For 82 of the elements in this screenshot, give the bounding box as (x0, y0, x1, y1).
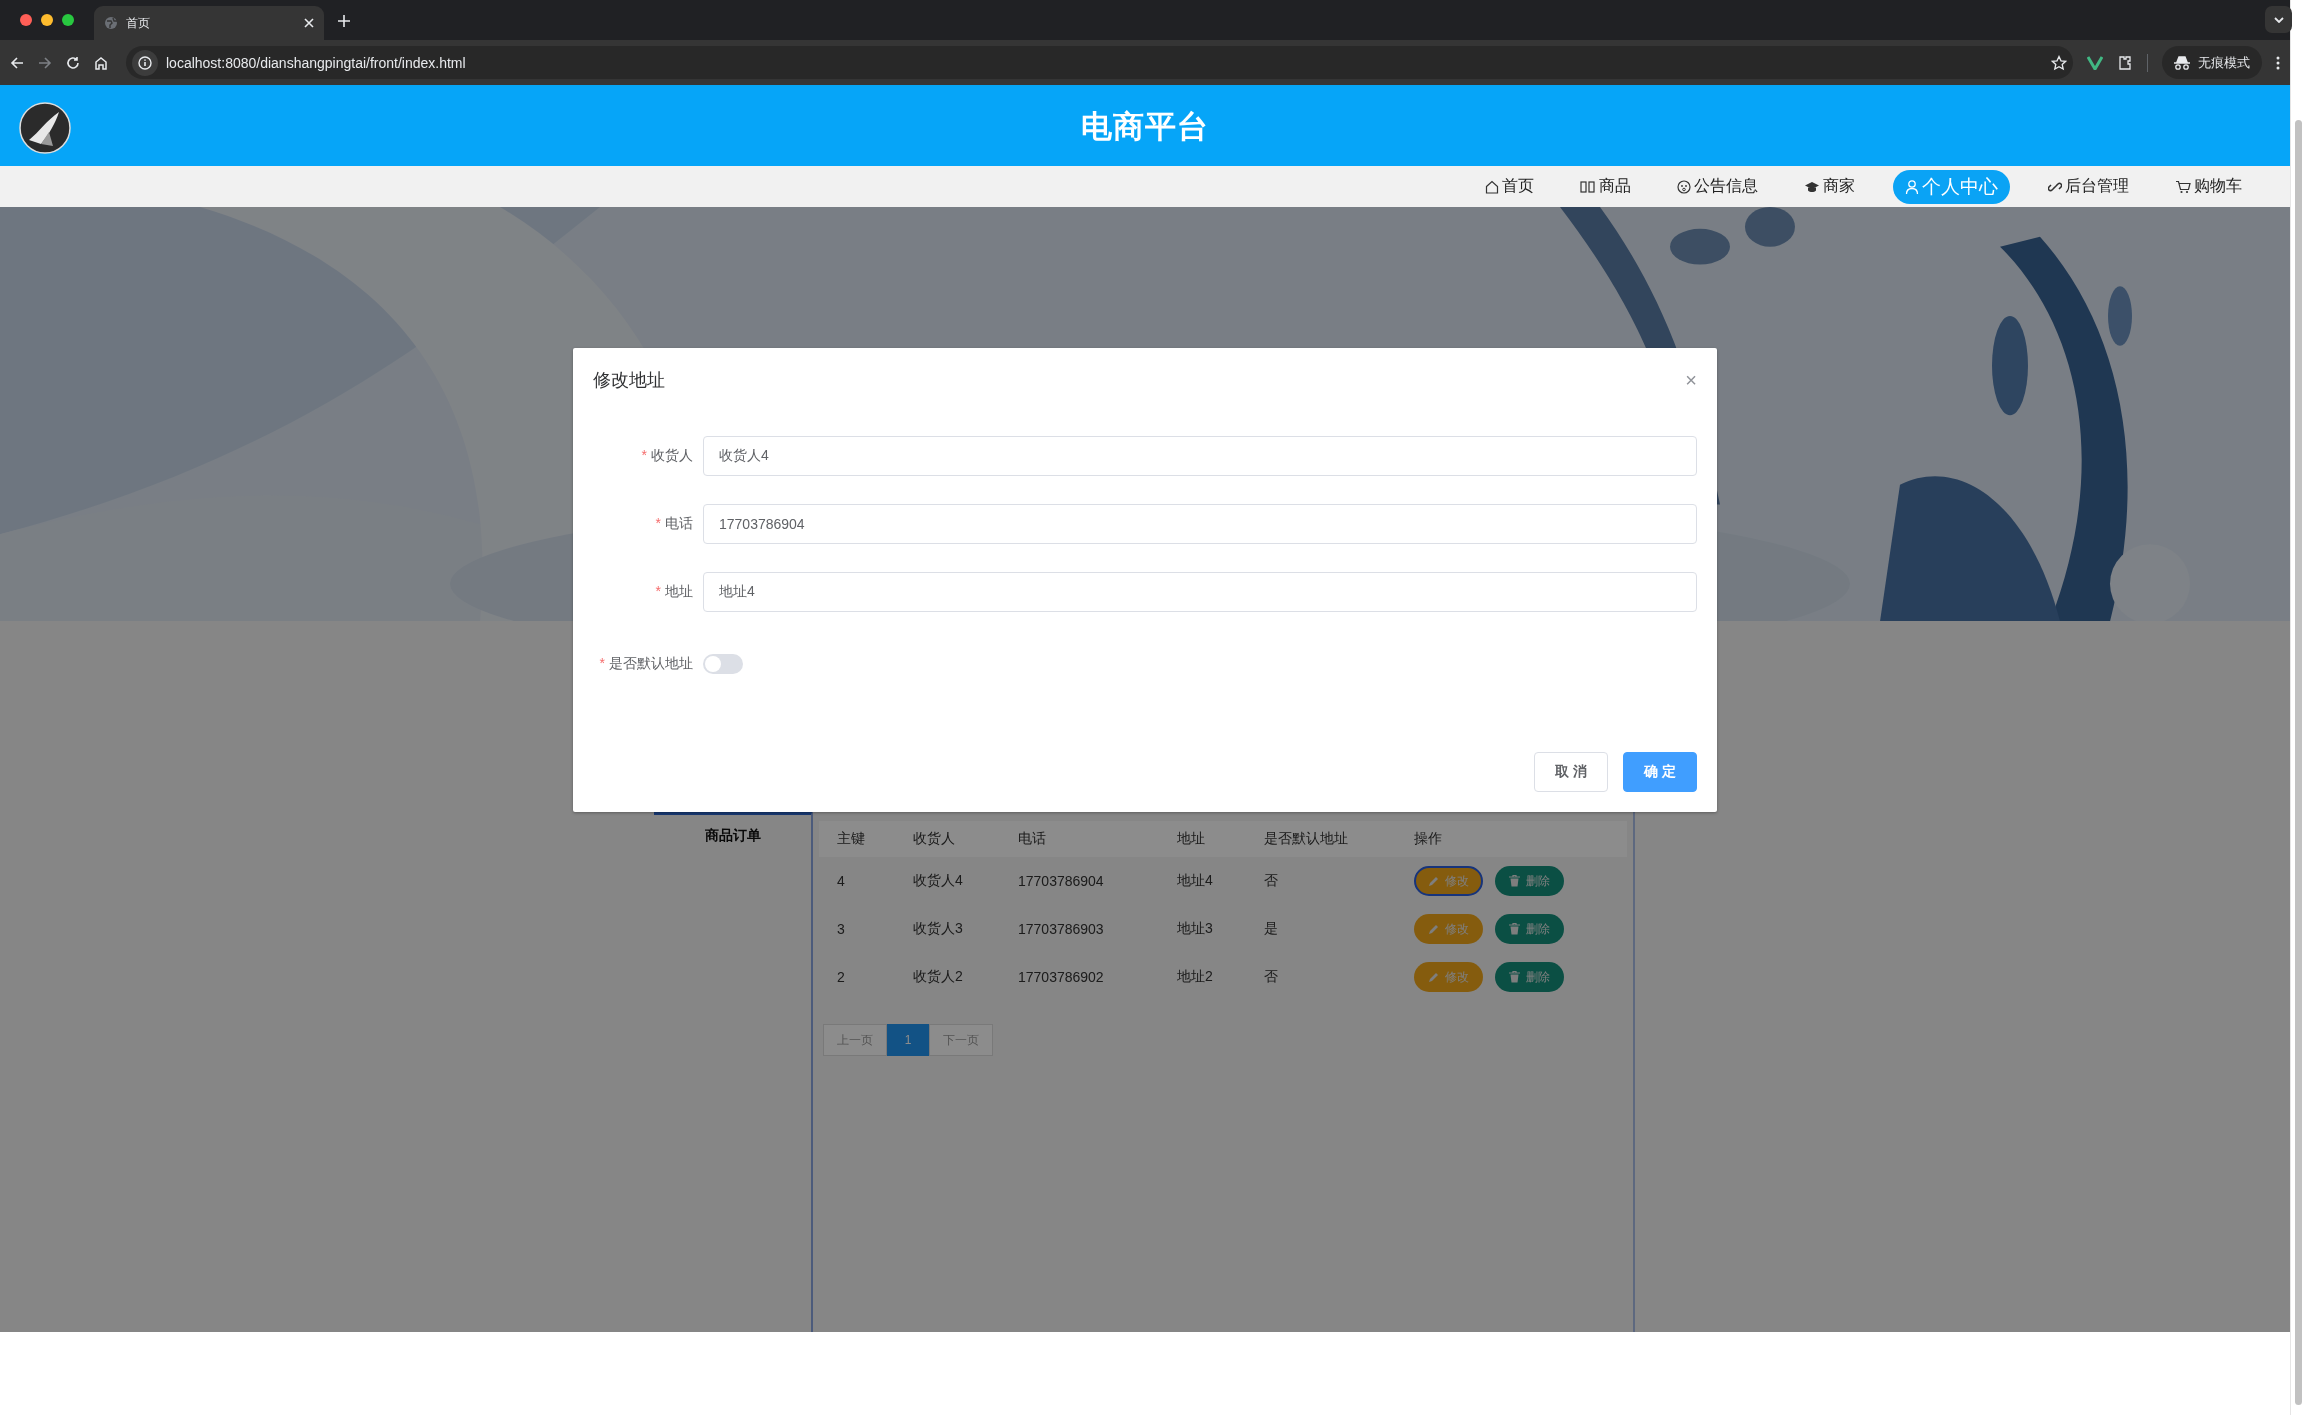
table-cell-text: 收货人4 (913, 872, 964, 891)
person-icon (1905, 178, 1919, 195)
column-header: 主键 (837, 830, 866, 849)
scrollbar-thumb[interactable] (2294, 120, 2302, 1405)
trash-icon (1509, 923, 1520, 936)
link-icon (2048, 179, 2062, 194)
nav-link[interactable]: 商家 (1796, 169, 1863, 204)
globe-icon (104, 16, 118, 30)
incognito-icon (2174, 55, 2190, 70)
squares-icon (1580, 179, 1596, 194)
home-icon[interactable] (94, 55, 108, 70)
column-header: 收货人 (913, 830, 956, 849)
column-header: 地址 (1177, 830, 1206, 849)
logo-icon[interactable] (19, 102, 71, 154)
table-cell-text: 地址2 (1177, 968, 1214, 987)
sidebar-item[interactable]: 商品订单 (654, 815, 811, 846)
table-cell-text: 收货人2 (913, 968, 964, 987)
table-cell-text: 17703786902 (1018, 969, 1105, 986)
input-field[interactable]: 17703786904 (703, 504, 1697, 544)
table-cell-text: 否 (1264, 872, 1279, 891)
address-bar[interactable]: localhost:8080/dianshangpingtai/front/index.html (126, 46, 2073, 79)
forward-icon[interactable] (38, 55, 52, 70)
site-title: 电商平台 (1081, 107, 1209, 146)
maximize-window-button[interactable] (62, 14, 74, 26)
pencil-icon (1428, 923, 1439, 935)
table-cell-text: 地址4 (1177, 872, 1214, 891)
table-cell-text: 否 (1264, 968, 1279, 987)
browser-tab[interactable]: 首页 (94, 6, 324, 40)
input-field[interactable]: 收货人4 (703, 436, 1697, 476)
trash-icon (1509, 875, 1520, 888)
pencil-icon (1428, 875, 1439, 887)
tab-list-button[interactable] (2265, 6, 2292, 33)
tab-title: 首页 (126, 14, 151, 32)
table-cell-text: 地址3 (1177, 920, 1214, 939)
info-icon[interactable] (138, 55, 152, 70)
incognito-button[interactable]: 无痕模式 (2162, 46, 2262, 79)
table-cell-text: 2 (837, 969, 846, 986)
table-cell-text: 3 (837, 921, 846, 938)
required-mark: * (641, 447, 647, 465)
cancel-button[interactable]: 取 消 (1534, 752, 1609, 792)
table-cell-text: 4 (837, 873, 846, 890)
url-text: localhost:8080/dianshangpingtai/front/index.html (166, 54, 467, 71)
table-cell-text: 收货人3 (913, 920, 964, 939)
table-cell-text: 17703786904 (1018, 873, 1105, 890)
chevron-down-icon (2273, 16, 2284, 23)
house-icon (1485, 179, 1499, 194)
nav-link[interactable]: 购物车 (2167, 169, 2250, 204)
nav-link[interactable]: 商品 (1572, 169, 1639, 204)
close-button[interactable]: × (1685, 370, 1697, 390)
cart-icon (2175, 179, 2191, 194)
nav-link[interactable]: 首页 (1477, 169, 1542, 204)
close-window-button[interactable] (20, 14, 32, 26)
minimize-window-button[interactable] (41, 14, 53, 26)
dialog-title: 修改地址 (593, 369, 665, 392)
field-label: 收货人 (651, 447, 693, 465)
trash-icon (1509, 971, 1520, 984)
field-label: 电话 (665, 515, 693, 533)
puzzle-icon[interactable] (2117, 54, 2133, 71)
column-header: 电话 (1018, 830, 1047, 849)
required-mark: * (599, 655, 605, 673)
v-extension-icon[interactable] (2087, 55, 2103, 70)
star-icon[interactable] (2051, 54, 2067, 71)
column-header: 操作 (1414, 830, 1443, 849)
field-label: 地址 (665, 583, 693, 601)
new-tab-icon[interactable] (338, 15, 350, 27)
toggle-switch[interactable] (703, 654, 743, 674)
column-header: 是否默认地址 (1264, 830, 1349, 849)
close-tab-icon[interactable] (304, 18, 314, 28)
table-cell-text: 17703786903 (1018, 921, 1105, 938)
nav-link[interactable]: 后台管理 (2040, 169, 2137, 204)
table-cell-text: 是 (1264, 920, 1279, 939)
back-icon[interactable] (10, 55, 24, 70)
required-mark: * (655, 583, 661, 601)
reload-icon[interactable] (66, 55, 80, 70)
pencil-icon (1428, 971, 1439, 983)
required-mark: * (655, 515, 661, 533)
graduation-cap-icon (1804, 179, 1820, 194)
face-icon (1677, 179, 1691, 194)
nav-link[interactable]: 公告信息 (1669, 169, 1766, 204)
field-label: 是否默认地址 (609, 655, 693, 673)
input-field[interactable]: 地址4 (703, 572, 1697, 612)
more-menu-icon[interactable] (2276, 55, 2280, 70)
